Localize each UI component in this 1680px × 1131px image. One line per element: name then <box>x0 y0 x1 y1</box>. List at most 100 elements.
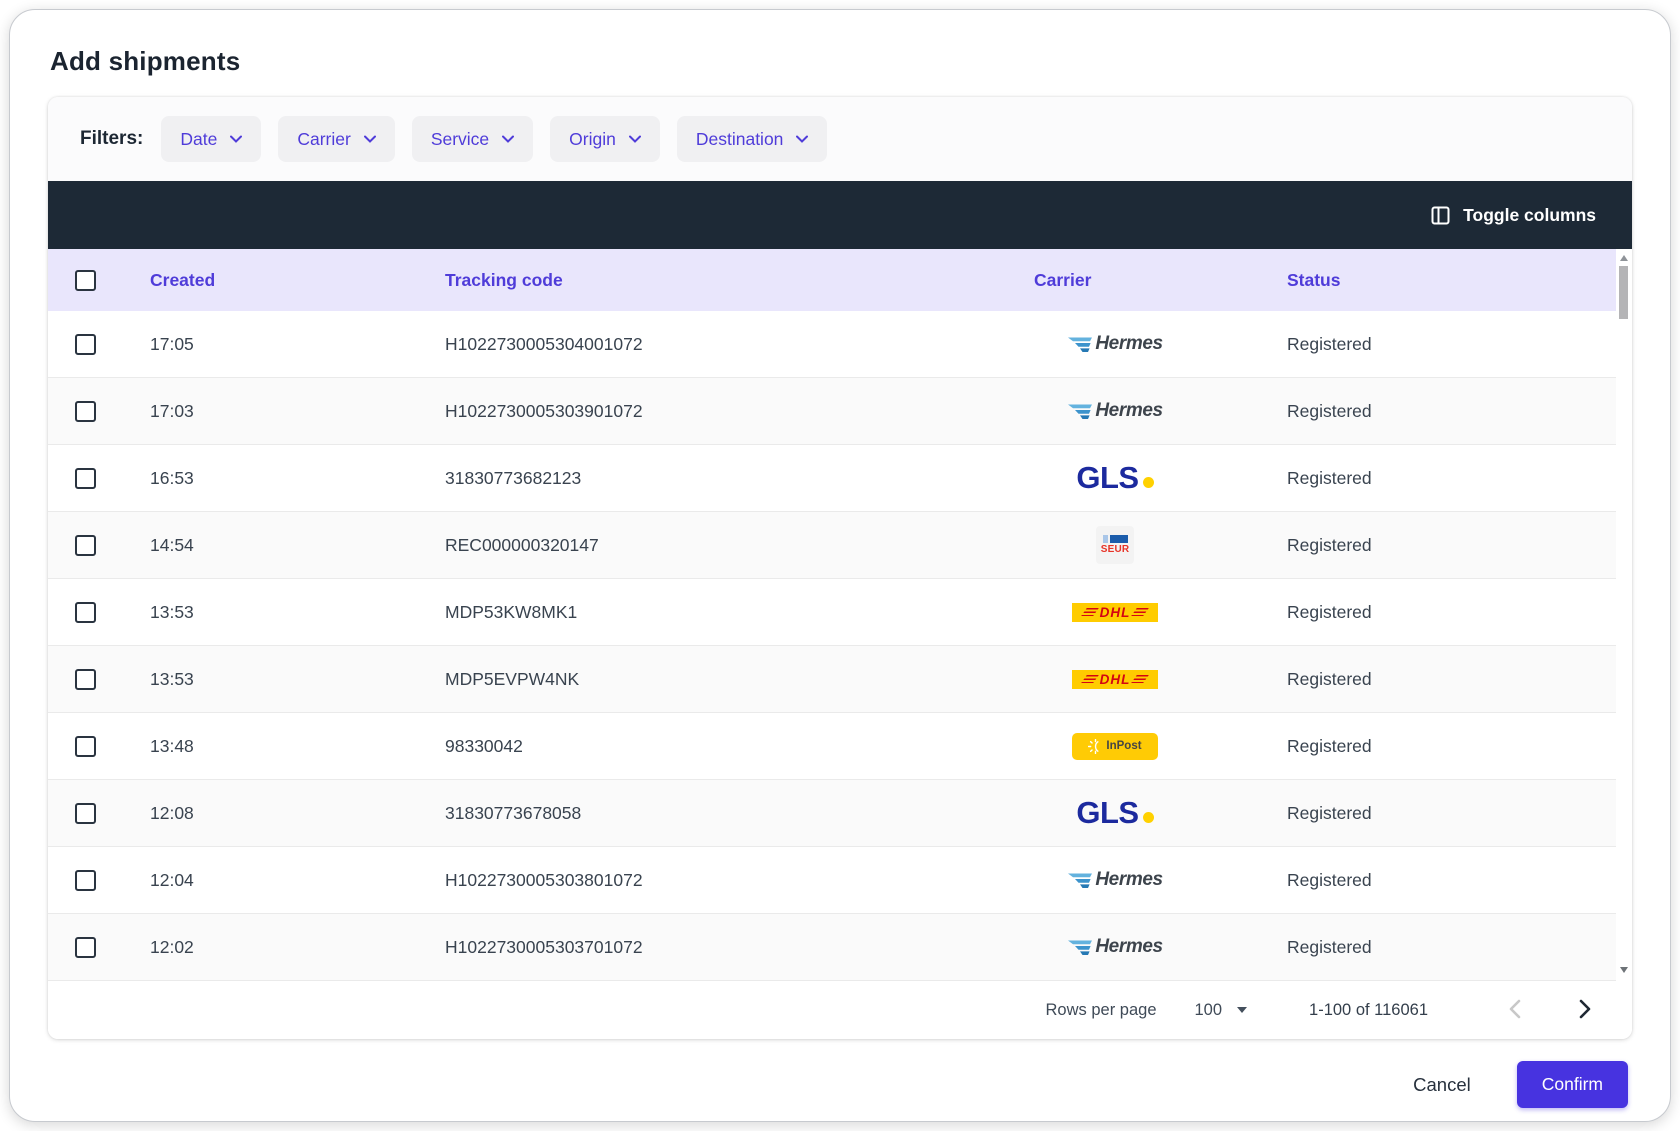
carrier-logo-seur: SEUR <box>1096 526 1134 564</box>
created-cell: 13:53 <box>150 669 445 690</box>
status-cell: Registered <box>1287 870 1616 891</box>
filter-chip-carrier[interactable]: Carrier <box>278 116 394 162</box>
dhl-stripes-icon <box>1081 675 1099 683</box>
next-page-button[interactable] <box>1573 999 1598 1022</box>
pagination-range: 1-100 of 116061 <box>1309 1001 1428 1020</box>
carrier-logo-hermes: Hermes <box>1067 869 1162 891</box>
chevron-right-icon <box>1579 999 1592 1019</box>
filters-bar: Filters: Date Carrier Service Origin Des… <box>48 97 1632 181</box>
pagination-bar: Rows per page 100 1-100 of 116061 <box>48 981 1632 1039</box>
table-row: 17:03H1022730005303901072 Hermes Registere… <box>48 378 1616 445</box>
table-row: 14:54REC000000320147 SEUR Registered <box>48 512 1616 579</box>
select-all-checkbox[interactable] <box>75 270 96 291</box>
status-cell: Registered <box>1287 401 1616 422</box>
chevron-down-icon <box>502 135 514 143</box>
confirm-button[interactable]: Confirm <box>1517 1061 1628 1108</box>
created-cell: 13:48 <box>150 736 445 757</box>
rows-per-page-value: 100 <box>1195 1001 1223 1020</box>
vertical-scrollbar[interactable] <box>1617 249 1630 981</box>
table-row: 12:04H1022730005303801072 Hermes Registere… <box>48 847 1616 914</box>
hermes-speed-icon <box>1067 403 1093 420</box>
tracking-code-cell: REC000000320147 <box>445 535 1034 556</box>
created-cell: 14:54 <box>150 535 445 556</box>
filter-chip-carrier-label: Carrier <box>297 129 350 150</box>
row-checkbox[interactable] <box>75 937 96 958</box>
row-checkbox[interactable] <box>75 602 96 623</box>
created-cell: 12:08 <box>150 803 445 824</box>
created-cell: 12:04 <box>150 870 445 891</box>
row-checkbox[interactable] <box>75 401 96 422</box>
row-checkbox[interactable] <box>75 736 96 757</box>
row-checkbox[interactable] <box>75 334 96 355</box>
carrier-cell: DHL <box>1034 603 1287 622</box>
hermes-speed-icon <box>1067 336 1093 353</box>
scrollbar-thumb[interactable] <box>1619 266 1628 319</box>
column-header-carrier[interactable]: Carrier <box>1034 270 1287 291</box>
shipments-table: Created Tracking code Carrier Status 17:… <box>48 249 1632 981</box>
toggle-columns-button[interactable]: Toggle columns <box>1425 204 1602 227</box>
column-header-created[interactable]: Created <box>150 270 445 291</box>
chevron-down-icon <box>629 135 641 143</box>
tracking-code-cell: H1022730005303901072 <box>445 401 1034 422</box>
row-checkbox[interactable] <box>75 535 96 556</box>
tracking-code-cell: H1022730005303801072 <box>445 870 1034 891</box>
previous-page-button[interactable] <box>1502 999 1527 1022</box>
filter-chip-date[interactable]: Date <box>161 116 261 162</box>
column-header-tracking-code[interactable]: Tracking code <box>445 270 1034 291</box>
cancel-button[interactable]: Cancel <box>1407 1073 1477 1097</box>
chevron-down-icon <box>364 135 376 143</box>
dhl-stripes-icon <box>1132 608 1150 616</box>
table-row: 13:4898330042InPostRegistered <box>48 713 1616 780</box>
tracking-code-cell: H1022730005304001072 <box>445 334 1034 355</box>
status-cell: Registered <box>1287 334 1616 355</box>
carrier-cell: SEUR <box>1034 526 1287 564</box>
table-toolbar: Toggle columns <box>48 181 1632 249</box>
table-row: 16:5331830773682123GLSRegistered <box>48 445 1616 512</box>
hermes-speed-icon <box>1067 872 1093 889</box>
scroll-down-icon[interactable] <box>1620 967 1628 973</box>
carrier-cell: GLS <box>1034 460 1287 496</box>
dropdown-caret-icon <box>1237 1007 1247 1013</box>
tracking-code-cell: 98330042 <box>445 736 1034 757</box>
carrier-cell: DHL <box>1034 670 1287 689</box>
dhl-stripes-icon <box>1132 675 1150 683</box>
filter-chip-origin-label: Origin <box>569 129 616 150</box>
status-cell: Registered <box>1287 669 1616 690</box>
filter-chip-date-label: Date <box>180 129 217 150</box>
created-cell: 12:02 <box>150 937 445 958</box>
status-cell: Registered <box>1287 937 1616 958</box>
carrier-logo-hermes: Hermes <box>1067 333 1162 355</box>
filter-chip-service[interactable]: Service <box>412 116 533 162</box>
carrier-cell: Hermes <box>1034 869 1287 891</box>
created-cell: 17:03 <box>150 401 445 422</box>
carrier-cell: Hermes <box>1034 333 1287 355</box>
table-row: 13:53MDP5EVPW4NKDHLRegistered <box>48 646 1616 713</box>
carrier-logo-hermes: Hermes <box>1067 400 1162 422</box>
created-cell: 17:05 <box>150 334 445 355</box>
filter-chip-origin[interactable]: Origin <box>550 116 660 162</box>
row-checkbox[interactable] <box>75 468 96 489</box>
rows-per-page-label: Rows per page <box>1046 1001 1157 1020</box>
filter-chip-destination[interactable]: Destination <box>677 116 828 162</box>
toggle-columns-label: Toggle columns <box>1463 205 1596 226</box>
table-row: 17:05H1022730005304001072 Hermes Registere… <box>48 311 1616 378</box>
rows-per-page-select[interactable]: 100 <box>1195 1001 1248 1020</box>
row-checkbox[interactable] <box>75 803 96 824</box>
row-checkbox[interactable] <box>75 870 96 891</box>
scroll-up-icon[interactable] <box>1620 255 1628 261</box>
created-cell: 16:53 <box>150 468 445 489</box>
carrier-logo-inpost: InPost <box>1072 733 1158 760</box>
row-checkbox[interactable] <box>75 669 96 690</box>
chevron-down-icon <box>230 135 242 143</box>
tracking-code-cell: MDP53KW8MK1 <box>445 602 1034 623</box>
table-row: 12:0831830773678058GLSRegistered <box>48 780 1616 847</box>
carrier-logo-dhl: DHL <box>1072 603 1158 622</box>
tracking-code-cell: MDP5EVPW4NK <box>445 669 1034 690</box>
page-title: Add shipments <box>50 46 1632 77</box>
status-cell: Registered <box>1287 535 1616 556</box>
column-header-status[interactable]: Status <box>1287 270 1616 291</box>
status-cell: Registered <box>1287 602 1616 623</box>
shipments-panel: Filters: Date Carrier Service Origin Des… <box>48 97 1632 1039</box>
seur-bars-icon <box>1103 535 1128 543</box>
filters-label: Filters: <box>80 128 143 150</box>
